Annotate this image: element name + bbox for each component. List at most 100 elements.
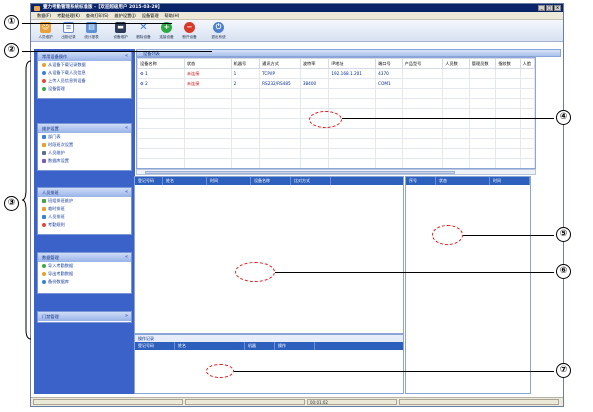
toolbar-exit-button[interactable]: ⏻ 退出系统 [208,20,229,41]
disconnect-icon: − [184,22,195,33]
sidebar-item-backup[interactable]: 备份数据库 [38,278,131,286]
callout-1: ① [4,15,19,30]
column-header[interactable]: 比对方式 [291,177,331,185]
column-header[interactable]: IP地址 [328,58,377,69]
column-header[interactable]: 机器 [245,342,275,350]
sidebar-item-rules[interactable]: 考勤规则 [38,221,131,229]
menu-device[interactable]: 设备管理 [142,12,159,19]
column-header[interactable]: 通讯方式 [259,58,301,69]
calendar-icon [42,207,46,211]
sidebar-item-staff-schedule[interactable]: 人员排班 [38,213,131,221]
rules-icon [42,223,46,227]
app-icon [34,5,40,11]
close-button[interactable]: × [554,5,561,11]
sidebar-item-shifts[interactable]: 时段班次设置 [38,141,131,149]
table-row[interactable]: ⚙ 2 未连接 2 RS232/RS485 38400 COM1 [137,78,535,89]
column-header[interactable]: 状态 [436,177,490,185]
status-seg-4 [399,399,559,405]
annotation-ellipse-7 [206,364,234,378]
column-header[interactable]: 状态 [183,58,232,69]
device-icon [42,87,46,91]
records-panel: 登记号码 姓名 时间 设备名称 比对方式 [134,176,404,334]
column-header[interactable]: 序号 [406,177,436,185]
menu-data[interactable]: 数据(F) [37,12,51,19]
backup-icon [42,280,46,284]
device-status: 未连接 [183,68,232,79]
sidebar-item-staff[interactable]: 人员维护 [38,149,131,157]
column-header[interactable]: 登记号码 [135,342,175,350]
column-header[interactable]: 人脸 [519,58,535,69]
column-header[interactable]: 姓名 [175,342,245,350]
leader-line-5 [463,235,554,236]
sidebar-item-import[interactable]: 导入考勤数据 [38,262,131,270]
device-port: COM1 [375,78,403,89]
maximize-button[interactable]: □ [546,5,553,11]
device-comm: RS232/RS485 [259,78,301,89]
scrollbar-thumb[interactable] [145,171,455,174]
sidebar-item-download-records[interactable]: 从设备下载记录数据 [38,61,131,69]
column-header[interactable]: 操作 [275,342,315,350]
panel-access-control: 门禁管理» [37,311,132,323]
chevron-up-icon: « [124,125,128,131]
exit-icon: ⏻ [213,22,224,33]
column-header[interactable]: 产品型号 [401,58,444,69]
table-row[interactable]: ⚙ 1 未连接 1 TCP/IP 192.168.1.201 4370 [137,68,535,79]
column-header[interactable]: 姓名 [163,177,207,185]
column-header[interactable]: 设备名称 [137,58,185,69]
calendar-icon [42,199,46,203]
toolbar-separator-2 [202,20,206,41]
table-header-row: 设备名称 状态 机器号 通讯方式 波特率 IP地址 端口号 产品型号 人员数 管… [137,58,535,69]
menu-query-print[interactable]: 查询打印(S) [86,12,109,19]
column-header[interactable]: 时间 [490,177,530,185]
panel-header[interactable]: 门禁管理» [38,312,131,321]
horizontal-scrollbar[interactable] [136,169,536,175]
log-caption: 操作记录 [135,335,403,342]
column-header[interactable]: 人员数 [442,58,470,69]
column-header[interactable]: 管理员数 [468,58,497,69]
menu-bar: 数据(F) 考勤处理(K) 查询打印(S) 维护设置(J) 设备管理 帮助(H) [31,12,563,20]
column-header[interactable]: 机器号 [230,58,261,69]
callout-7: ⑦ [556,363,571,378]
menu-maintenance[interactable]: 维护设置(J) [115,12,136,19]
device-ip: 192.168.1.201 [328,68,377,79]
column-header[interactable]: 波特率 [299,58,330,69]
sidebar-item-departments[interactable]: 部门表 [38,133,131,141]
menu-help[interactable]: 帮助(H) [165,12,180,19]
column-header[interactable]: 时间 [207,177,251,185]
device-machine-no: 1 [230,68,261,79]
records-header: 登记号码 姓名 时间 设备名称 比对方式 [135,177,403,185]
sidebar-item-database[interactable]: 数据库设置 [38,157,131,165]
panel-header[interactable]: 人员排班 « [38,188,131,197]
table-row [137,138,535,149]
sidebar-item-export[interactable]: 导出考勤数据 [38,270,131,278]
panel-maintenance: 维护设置 « 部门表 时段班次设置 人员维护 数据库设置 [37,123,132,171]
column-header[interactable]: 登记号码 [135,177,163,185]
sidebar-item-device-manage[interactable]: 设备管理 [38,85,131,93]
sidebar-item-group-schedule[interactable]: 班组排班维护 [38,197,131,205]
upload-icon [42,79,46,83]
minimize-button[interactable]: _ [538,5,545,11]
panel-header[interactable]: 常用设备操作 « [38,52,131,61]
menu-attendance[interactable]: 考勤处理(K) [57,12,80,19]
chevron-up-icon: « [124,254,128,260]
annotation-ellipse-6 [235,262,275,282]
callout-5: ⑤ [556,227,571,242]
column-header[interactable]: 指纹数 [495,58,521,69]
clock-icon [42,143,46,147]
panel-header[interactable]: 维护设置 « [38,124,131,133]
leader-line-7 [234,371,554,372]
table-row [137,158,535,168]
leader-line-6 [275,272,554,273]
sidebar-item-download-staff[interactable]: 从设备下载人员信息 [38,69,131,77]
column-header[interactable]: 端口号 [375,58,403,69]
sidebar-item-upload-staff[interactable]: 上传人员信息到设备 [38,77,131,85]
column-header[interactable]: 设备名称 [251,177,291,185]
import-icon [42,264,46,268]
window-title: 壹力考勤管理系统标准版 -【欢迎超级用户 2015-03-29】 [43,5,163,10]
panel-header[interactable]: 数据管理 « [38,253,131,262]
sidebar: 常用设备操作 « 从设备下载记录数据 从设备下载人员信息 上传人员信息到设备 设备… [34,49,135,394]
sidebar-item-temp-schedule[interactable]: 临时排班 [38,205,131,213]
right-panel-header: 序号 状态 时间 [406,177,530,185]
leader-line-1 [22,23,172,24]
toolbar-disconnect-button[interactable]: − 断开设备 [179,20,200,41]
